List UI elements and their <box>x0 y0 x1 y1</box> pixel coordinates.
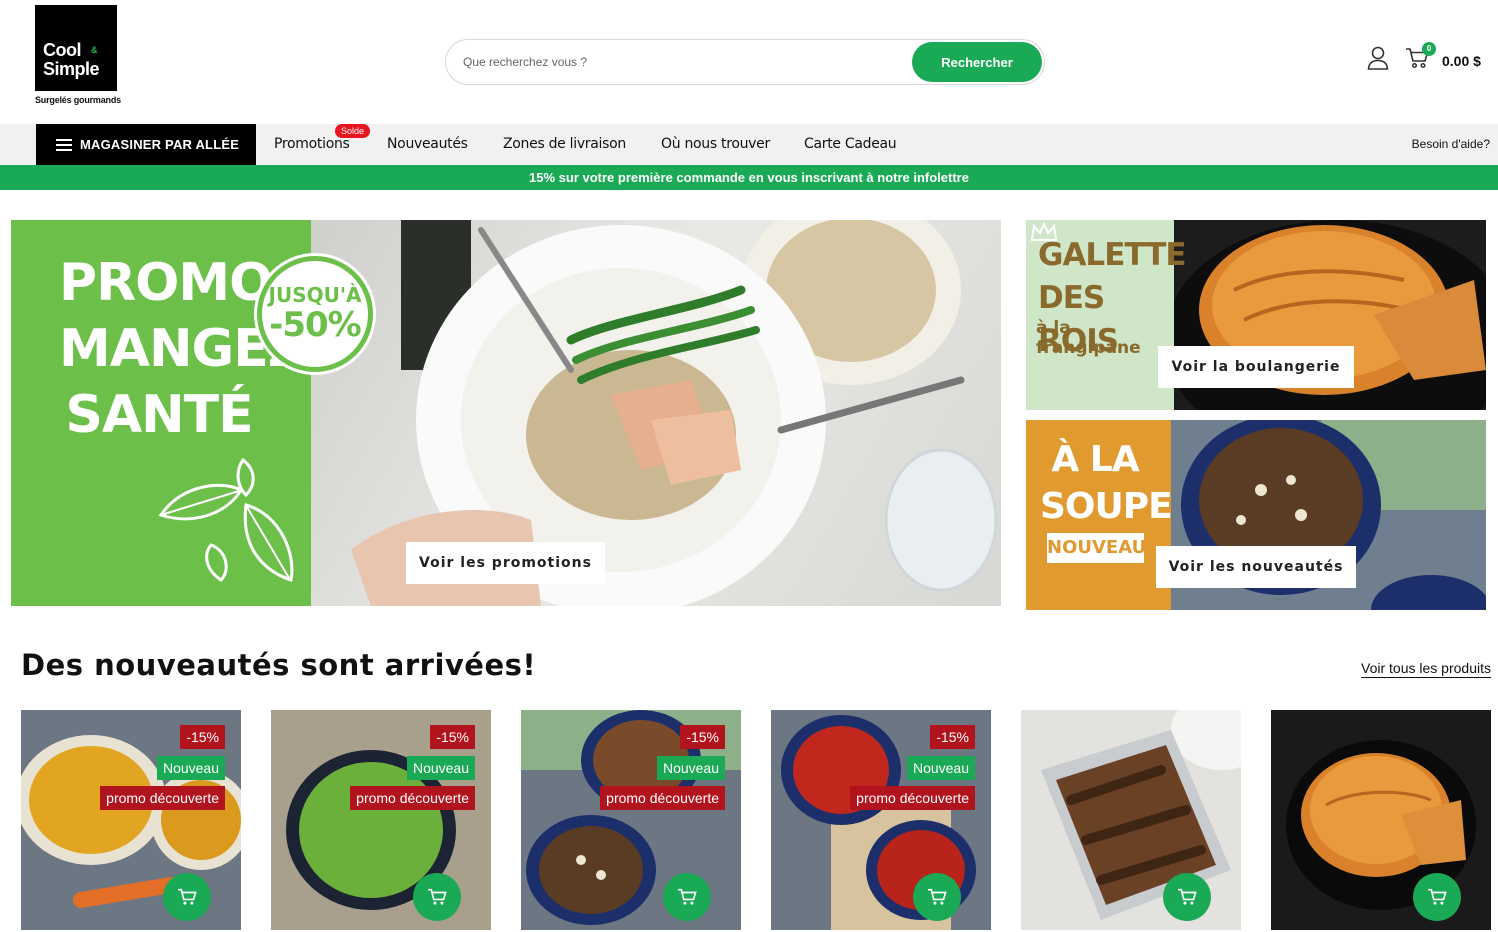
cart-icon <box>678 888 697 905</box>
promo-discovery-badge: promo découverte <box>350 786 475 810</box>
add-to-cart-button[interactable] <box>1413 873 1461 921</box>
new-arrivals-title: Des nouveautés sont arrivées! <box>21 648 537 682</box>
add-to-cart-button[interactable] <box>663 873 711 921</box>
main-nav: MAGASINER PAR ALLÉE Promotions Solde Nou… <box>0 124 1498 165</box>
sale-badge: Solde <box>335 124 371 138</box>
product-card[interactable]: -15% Nouveau promo découverte <box>271 710 491 930</box>
bakery-banner[interactable]: GALETTE DES ROIS à la frangipane Voir la… <box>1026 220 1486 410</box>
new-badge: Nouveau <box>156 756 225 780</box>
new-badge: Nouveau <box>656 756 725 780</box>
promo-discovery-badge: promo découverte <box>600 786 725 810</box>
promo-discovery-badge: promo découverte <box>100 786 225 810</box>
soup-banner[interactable]: À LA SOUPE! NOUVEAU Voir les nouveautés <box>1026 420 1486 610</box>
promo-banner[interactable]: PROMOS MANGEZ SANTÉ JUSQU'À -50% Voir le… <box>11 220 1001 606</box>
soup-title-line-1: À LA <box>1051 439 1139 480</box>
cart-count-badge: 0 <box>1422 42 1436 56</box>
logo[interactable]: Cool & Simple <box>35 5 117 91</box>
discount-circle: JUSQU'À -50% <box>257 256 373 372</box>
product-card[interactable]: -15% Nouveau promo découverte <box>21 710 241 930</box>
logo-tagline: Surgelés gourmands <box>35 95 121 105</box>
discount-circle-line-1: JUSQU'À <box>268 283 362 307</box>
promo-discovery-badge: promo découverte <box>850 786 975 810</box>
hamburger-icon <box>56 138 72 151</box>
newsletter-promo-strip[interactable]: 15% sur votre première commande en vous … <box>0 165 1498 190</box>
product-card[interactable]: -15% Nouveau promo découverte <box>771 710 991 930</box>
search-button[interactable]: Rechercher <box>912 42 1042 82</box>
discount-circle-line-2: -50% <box>269 305 362 345</box>
logo-line-2: Simple <box>43 59 100 79</box>
shop-by-aisle-label: MAGASINER PAR ALLÉE <box>80 137 240 152</box>
see-promotions-button[interactable]: Voir les promotions <box>406 542 605 584</box>
cart-icon <box>1428 888 1447 905</box>
cart-icon <box>428 888 447 905</box>
add-to-cart-button[interactable] <box>163 873 211 921</box>
nav-delivery-zones[interactable]: Zones de livraison <box>503 124 626 165</box>
bakery-title-line-1: GALETTE <box>1038 237 1187 273</box>
cart-icon <box>928 888 947 905</box>
cart-icon <box>178 888 197 905</box>
nav-nouveautes[interactable]: Nouveautés <box>387 124 468 165</box>
leaf-icon <box>158 457 294 582</box>
discount-badge: -15% <box>680 725 725 749</box>
add-to-cart-button[interactable] <box>1163 873 1211 921</box>
cart-total[interactable]: 0.00 $ <box>1442 53 1481 69</box>
promo-title-line-3: SANTÉ <box>65 385 253 445</box>
product-card[interactable] <box>1021 710 1241 930</box>
promo-title-line-1: PROMOS <box>59 253 310 313</box>
cart-icon <box>1178 888 1197 905</box>
promo-title-line-2: MANGEZ <box>59 319 305 379</box>
see-bakery-button[interactable]: Voir la boulangerie <box>1158 346 1354 388</box>
soup-banner-panel: À LA SOUPE! NOUVEAU <box>1026 420 1188 610</box>
help-link[interactable]: Besoin d'aide? <box>1412 124 1490 165</box>
soup-title-line-2: SOUPE! <box>1040 486 1188 527</box>
product-card[interactable]: -15% Nouveau promo découverte <box>521 710 741 930</box>
nav-gift-card[interactable]: Carte Cadeau <box>804 124 897 165</box>
see-all-products-link[interactable]: Voir tous les produits <box>1361 660 1491 676</box>
logo-wordmark: Cool & Simple <box>43 41 100 79</box>
discount-badge: -15% <box>180 725 225 749</box>
nav-find-us[interactable]: Où nous trouver <box>661 124 770 165</box>
search-input[interactable] <box>463 40 903 84</box>
discount-badge: -15% <box>430 725 475 749</box>
user-icon[interactable] <box>1367 46 1389 70</box>
logo-ampersand: & <box>91 45 98 55</box>
shop-by-aisle-button[interactable]: MAGASINER PAR ALLÉE <box>36 124 256 165</box>
product-card[interactable] <box>1271 710 1491 930</box>
bakery-banner-panel: GALETTE DES ROIS à la frangipane <box>1026 220 1187 410</box>
see-new-products-button[interactable]: Voir les nouveautés <box>1156 546 1356 588</box>
soup-title: À LA SOUPE! <box>1040 436 1188 530</box>
discount-badge: -15% <box>930 725 975 749</box>
promo-banner-title: PROMOS MANGEZ SANTÉ <box>59 250 310 448</box>
new-badge: Nouveau <box>906 756 975 780</box>
add-to-cart-button[interactable] <box>913 873 961 921</box>
search-bar: Rechercher <box>445 39 1045 85</box>
bakery-subtitle: à la frangipane <box>1036 318 1141 358</box>
new-badge: Nouveau <box>406 756 475 780</box>
add-to-cart-button[interactable] <box>413 873 461 921</box>
soup-new-badge: NOUVEAU <box>1047 533 1146 563</box>
